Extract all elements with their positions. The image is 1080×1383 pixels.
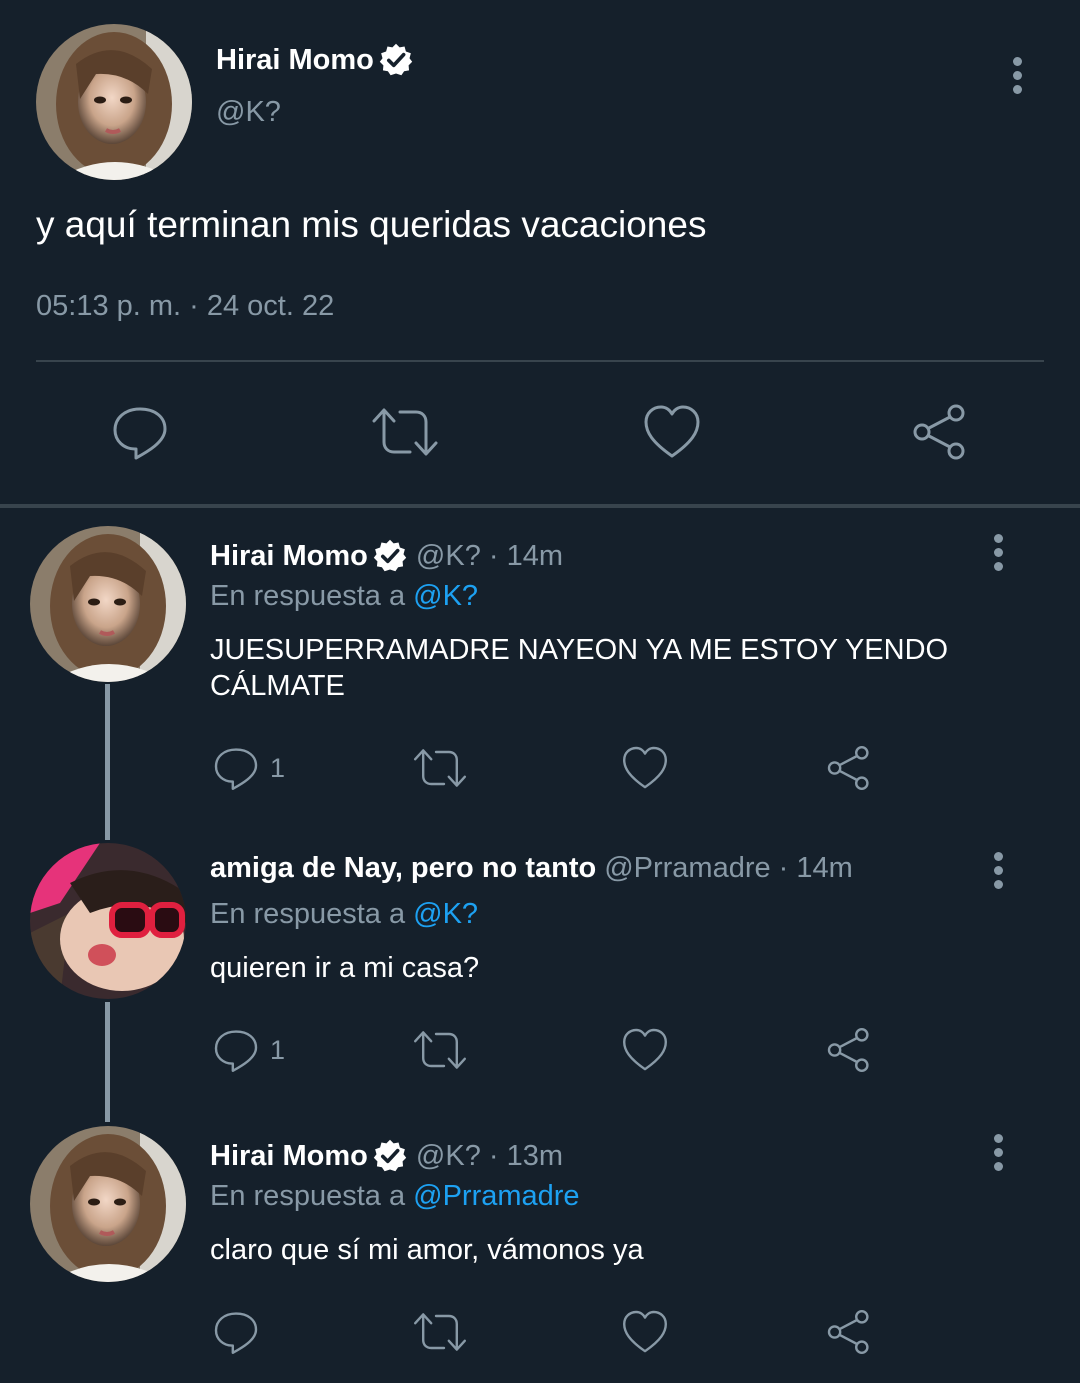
share-button[interactable] — [910, 402, 970, 467]
reply-count: 1 — [270, 1034, 286, 1065]
mention-link[interactable]: @Prramadre — [413, 1180, 579, 1212]
author-name[interactable]: Hirai Momo — [216, 44, 374, 77]
author-handle-time[interactable]: @Prramadre · 14m — [604, 852, 853, 885]
retweet-button[interactable] — [412, 744, 468, 792]
more-options-icon[interactable] — [988, 852, 1008, 889]
like-icon — [621, 1308, 669, 1356]
tweet-timestamp[interactable]: 05:13 p. m. · 24 oct. 22 — [36, 290, 334, 323]
divider — [36, 360, 1044, 362]
reply-icon — [212, 744, 260, 792]
thread-line — [105, 684, 110, 840]
share-button[interactable] — [825, 744, 873, 792]
share-icon — [825, 744, 873, 792]
avatar[interactable] — [30, 843, 186, 999]
author-name[interactable]: Hirai Momo — [210, 1140, 368, 1173]
share-icon — [825, 1308, 873, 1356]
reply-icon — [212, 1026, 260, 1074]
tweet-text: claro que sí mi amor, vámonos ya — [210, 1232, 1010, 1268]
reply-context: En respuesta a @Prramadre — [210, 1180, 580, 1213]
reply-button[interactable]: 1 — [212, 1026, 285, 1074]
thread-line — [105, 1002, 110, 1122]
reply-header: Hirai Momo @K? · 14m — [210, 538, 563, 574]
tweet-text: JUESUPERRAMADRE NAYEON YA ME ESTOY YENDO… — [210, 632, 1010, 704]
tweet-text: y aquí terminan mis queridas vacaciones — [36, 204, 707, 245]
reply-count: 1 — [270, 752, 286, 783]
retweet-icon — [370, 402, 440, 462]
verified-icon — [372, 1138, 408, 1174]
like-button[interactable] — [621, 1308, 669, 1356]
verified-icon — [372, 538, 408, 574]
mention-link[interactable]: @K? — [413, 580, 478, 612]
retweet-icon — [412, 1308, 468, 1356]
like-icon — [621, 1026, 669, 1074]
like-button[interactable] — [621, 744, 669, 792]
share-button[interactable] — [825, 1308, 873, 1356]
reply-context-label: En respuesta a — [210, 1180, 406, 1212]
tweet-text: quieren ir a mi casa? — [210, 950, 1010, 986]
more-options-icon[interactable] — [988, 1134, 1008, 1171]
reply-context-label: En respuesta a — [210, 580, 406, 612]
retweet-button[interactable] — [412, 1308, 468, 1356]
reply-button[interactable] — [212, 1308, 260, 1356]
more-options-icon[interactable] — [988, 534, 1008, 571]
more-options-icon[interactable] — [1007, 57, 1027, 94]
author-handle[interactable]: @K? — [216, 96, 281, 129]
tweet-text-line: CÁLMATE — [210, 670, 345, 702]
author-name[interactable]: Hirai Momo — [210, 540, 368, 573]
section-divider — [0, 504, 1080, 508]
like-icon — [621, 744, 669, 792]
reply-context: En respuesta a @K? — [210, 580, 478, 613]
retweet-button[interactable] — [412, 1026, 468, 1074]
share-button[interactable] — [825, 1026, 873, 1074]
author-handle-time[interactable]: @K? · 13m — [416, 1140, 563, 1173]
reply-header: Hirai Momo @K? · 13m — [210, 1138, 563, 1174]
reply-button[interactable] — [110, 402, 170, 467]
retweet-icon — [412, 1026, 468, 1074]
reply-header: amiga de Nay, pero no tanto @Prramadre ·… — [210, 852, 853, 885]
retweet-button[interactable] — [370, 402, 440, 467]
verified-icon — [378, 42, 414, 78]
mention-link[interactable]: @K? — [413, 898, 478, 930]
reply-icon — [110, 402, 170, 462]
author-handle-time[interactable]: @K? · 14m — [416, 540, 563, 573]
reply-icon — [212, 1308, 260, 1356]
tweet-text-line: claro que sí mi amor, vámonos ya — [210, 1234, 644, 1266]
avatar[interactable] — [36, 24, 192, 180]
tweet-text-line: quieren ir a mi casa? — [210, 952, 480, 984]
like-button[interactable] — [642, 402, 702, 467]
retweet-icon — [412, 744, 468, 792]
avatar[interactable] — [30, 1126, 186, 1282]
share-icon — [910, 402, 970, 462]
reply-context-label: En respuesta a — [210, 898, 406, 930]
author-name[interactable]: amiga de Nay, pero no tanto — [210, 852, 596, 885]
reply-button[interactable]: 1 — [212, 744, 285, 792]
like-button[interactable] — [621, 1026, 669, 1074]
reply-context: En respuesta a @K? — [210, 898, 478, 931]
like-icon — [642, 402, 702, 462]
avatar[interactable] — [30, 526, 186, 682]
share-icon — [825, 1026, 873, 1074]
author-name-row[interactable]: Hirai Momo — [216, 42, 414, 78]
tweet-text-line: JUESUPERRAMADRE NAYEON YA ME ESTOY YENDO — [210, 634, 949, 666]
